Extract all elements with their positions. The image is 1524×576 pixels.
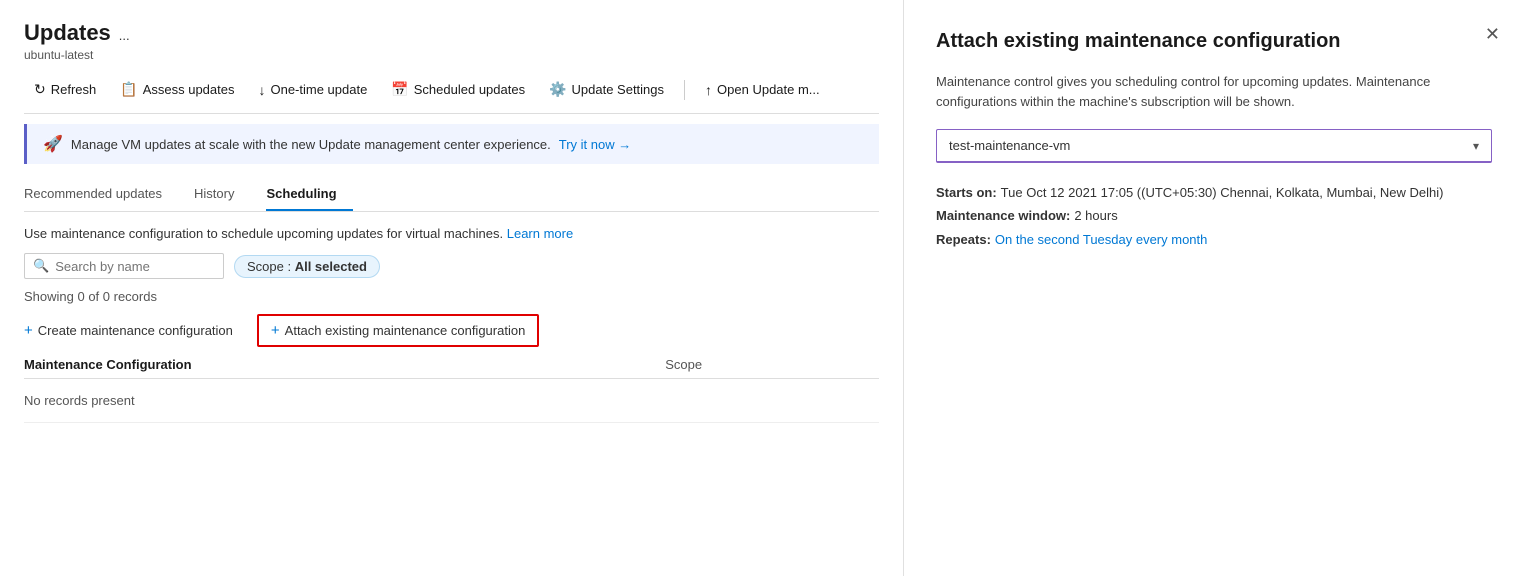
assess-updates-button[interactable]: 📋 Assess updates [110,76,244,103]
banner-link[interactable]: Try it now → [559,137,631,152]
attach-plus-icon: + [271,322,280,339]
col-scope-header: Scope [665,357,879,372]
no-records-row: No records present [24,379,879,423]
banner-icon: 🚀 [43,134,63,154]
download-icon: ↓ [258,82,265,98]
scheduling-content: Use maintenance configuration to schedul… [24,226,879,423]
tab-recommended[interactable]: Recommended updates [24,178,178,211]
update-banner: 🚀 Manage VM updates at scale with the ne… [24,124,879,164]
learn-more-link[interactable]: Learn more [507,226,573,241]
table-header: Maintenance Configuration Scope [24,357,879,379]
page-title: Updates [24,20,111,46]
repeats-row: Repeats: On the second Tuesday every mon… [936,228,1492,251]
scope-value: All selected [295,259,367,274]
open-icon: ↑ [705,82,712,98]
side-panel-description: Maintenance control gives you scheduling… [936,72,1492,111]
create-maintenance-button[interactable]: + Create maintenance configuration [24,318,233,343]
records-count: Showing 0 of 0 records [24,289,879,304]
side-panel: ✕ Attach existing maintenance configurat… [904,0,1524,576]
open-update-manager-button[interactable]: ↑ Open Update m... [695,77,830,103]
maintenance-window-value: 2 hours [1074,204,1117,227]
toolbar-divider [684,80,685,100]
tab-scheduling[interactable]: Scheduling [266,178,352,211]
action-row: + Create maintenance configuration + Att… [24,314,879,347]
repeats-label: Repeats: [936,228,991,251]
page-subtitle: ubuntu-latest [24,48,879,62]
maintenance-config-dropdown[interactable]: test-maintenance-vm ▾ [936,129,1492,163]
tabs-container: Recommended updates History Scheduling [24,178,879,212]
filter-row: 🔍 Scope : All selected [24,253,879,279]
scheduled-updates-button[interactable]: 📅 Scheduled updates [381,76,535,103]
create-plus-icon: + [24,322,33,339]
refresh-icon: ↻ [34,81,46,98]
scheduling-description: Use maintenance configuration to schedul… [24,226,879,241]
update-settings-button[interactable]: ⚙️ Update Settings [539,76,674,103]
assess-icon: 📋 [120,81,137,98]
attach-btn-label: Attach existing maintenance configuratio… [285,323,526,338]
search-input[interactable] [55,259,215,274]
refresh-button[interactable]: ↻ Refresh [24,76,106,103]
main-panel: Updates ... ubuntu-latest ↻ Refresh 📋 As… [0,0,904,576]
settings-icon: ⚙️ [549,81,566,98]
chevron-down-icon: ▾ [1473,139,1479,153]
search-icon: 🔍 [33,258,49,274]
one-time-update-button[interactable]: ↓ One-time update [248,77,377,103]
maintenance-window-row: Maintenance window: 2 hours [936,204,1492,227]
side-panel-title: Attach existing maintenance configuratio… [936,28,1492,54]
attach-maintenance-button[interactable]: + Attach existing maintenance configurat… [257,314,539,347]
maintenance-info: Starts on: Tue Oct 12 2021 17:05 ((UTC+0… [936,181,1492,251]
search-box: 🔍 [24,253,224,279]
calendar-icon: 📅 [391,81,408,98]
tab-history[interactable]: History [194,178,250,211]
starts-on-label: Starts on: [936,181,997,204]
create-btn-label: Create maintenance configuration [38,323,233,338]
toolbar: ↻ Refresh 📋 Assess updates ↓ One-time up… [24,76,879,114]
col-config-header: Maintenance Configuration [24,357,665,372]
page-ellipsis: ... [119,28,130,43]
starts-on-row: Starts on: Tue Oct 12 2021 17:05 ((UTC+0… [936,181,1492,204]
scope-badge[interactable]: Scope : All selected [234,255,380,278]
repeats-value: On the second Tuesday every month [995,228,1207,251]
dropdown-value: test-maintenance-vm [949,138,1070,153]
banner-text: Manage VM updates at scale with the new … [71,137,551,152]
starts-on-value: Tue Oct 12 2021 17:05 ((UTC+05:30) Chenn… [1001,181,1444,204]
close-button[interactable]: ✕ [1481,20,1504,49]
maintenance-window-label: Maintenance window: [936,204,1070,227]
